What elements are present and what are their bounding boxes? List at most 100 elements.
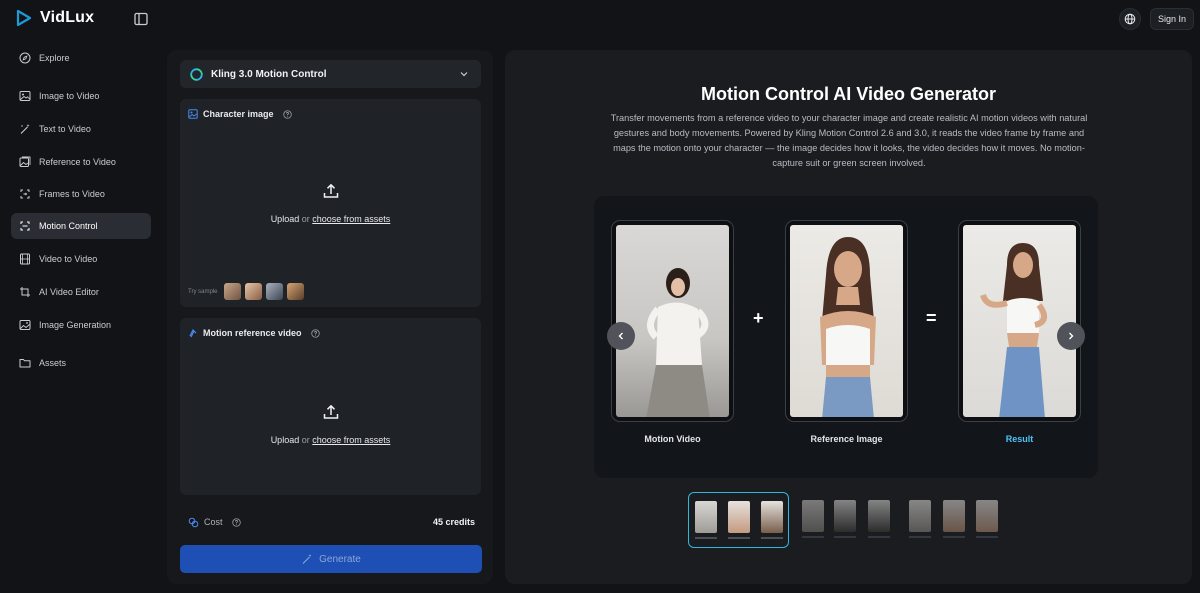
sidebar-item-reference-to-video[interactable]: Reference to Video — [11, 149, 151, 175]
generate-button[interactable]: Generate — [180, 545, 482, 573]
help-icon[interactable] — [310, 328, 320, 338]
preset-thumbnail[interactable] — [688, 492, 789, 548]
or-label: or — [301, 435, 310, 445]
sidebar-item-label: Reference to Video — [39, 157, 116, 167]
motion-upload-text: Upload or choose from assets — [271, 435, 391, 445]
preset-frame — [976, 500, 998, 532]
preset-caption — [868, 536, 890, 538]
preset-frame — [761, 501, 783, 533]
motion-reference-header: Motion reference video — [188, 328, 320, 338]
preset-thumbnail[interactable] — [903, 492, 1003, 548]
upload-label: Upload — [270, 214, 300, 224]
result-image — [963, 225, 1076, 417]
sidebar-item-image-generation[interactable]: Image Generation — [11, 312, 151, 338]
carousel-next-button[interactable] — [1057, 322, 1085, 350]
sidebar-item-text-to-video[interactable]: Text to Video — [11, 116, 151, 142]
sample-thumbnail[interactable] — [245, 283, 263, 300]
carousel-prev-button[interactable] — [607, 322, 635, 350]
motion-reference-icon — [189, 328, 197, 338]
sidebar-item-motion-control[interactable]: Motion Control — [11, 213, 151, 239]
model-select-value: Kling 3.0 Motion Control — [211, 68, 327, 80]
sidebar-item-label: Video to Video — [39, 254, 98, 264]
preset-frame — [943, 500, 965, 532]
sign-in-button[interactable]: Sign In — [1150, 8, 1194, 30]
upload-icon — [323, 184, 338, 198]
plus-sign: + — [753, 308, 764, 328]
or-label: or — [301, 214, 310, 224]
compass-icon — [19, 52, 31, 64]
cost-row: Cost 45 credits — [180, 508, 481, 536]
sidebar-item-ai-video-editor[interactable]: AI Video Editor — [11, 279, 151, 305]
equals-sign: = — [926, 308, 937, 328]
crop-icon — [20, 287, 30, 297]
motion-icon — [20, 221, 30, 231]
result-figure — [980, 243, 1048, 417]
choose-from-assets-link[interactable]: choose from assets — [312, 214, 390, 224]
motion-reference-card: Motion reference video Upload or choose … — [180, 318, 481, 495]
model-select[interactable]: Kling 3.0 Motion Control — [180, 60, 481, 88]
preset-caption — [943, 536, 965, 538]
try-sample-label: Try sample — [188, 288, 218, 295]
language-button[interactable] — [1119, 8, 1141, 30]
preset-caption — [909, 536, 931, 538]
sidebar-item-label: Frames to Video — [39, 189, 105, 199]
sidebar-item-label: Assets — [39, 358, 67, 368]
motion-video-label: Motion Video — [644, 434, 701, 444]
kling-model-icon — [190, 67, 203, 81]
upload-icon — [323, 405, 338, 419]
result-preview — [958, 220, 1081, 422]
sidebar-toggle-icon[interactable] — [133, 11, 149, 27]
preset-frame — [728, 501, 750, 533]
help-icon[interactable] — [231, 517, 241, 527]
motion-reference-title: Motion reference video — [203, 328, 302, 338]
character-image-card: Character image Upload or choose from as… — [180, 99, 481, 307]
sample-thumbnail[interactable] — [224, 283, 242, 300]
sidebar-item-video-to-video[interactable]: Video to Video — [11, 246, 151, 272]
preset-frame — [695, 501, 717, 533]
sidebar-item-label: AI Video Editor — [39, 287, 99, 297]
preset-frame — [909, 500, 931, 532]
sample-thumbnail[interactable] — [287, 283, 305, 300]
preset-caption — [695, 537, 717, 539]
logo[interactable]: VidLux — [14, 8, 94, 28]
logo-icon — [16, 9, 32, 27]
preset-caption — [761, 537, 783, 539]
image-icon — [19, 91, 31, 101]
reference-image-preview — [785, 220, 908, 422]
character-image-icon — [188, 109, 198, 119]
choose-from-assets-link[interactable]: choose from assets — [312, 435, 390, 445]
hero-description: Transfer movements from a reference vide… — [610, 113, 1088, 168]
top-bar: VidLux Sign In — [0, 0, 1200, 38]
sidebar-item-image-to-video[interactable]: Image to Video — [11, 83, 151, 109]
sidebar-item-assets[interactable]: Assets — [11, 350, 151, 376]
sidebar-item-label: Image to Video — [39, 91, 100, 101]
help-icon[interactable] — [282, 109, 292, 119]
app-name: VidLux — [40, 9, 95, 26]
preset-frame — [834, 500, 856, 532]
generate-label: Generate — [319, 553, 361, 565]
character-upload-text: Upload or choose from assets — [271, 214, 391, 224]
magic-wand-icon — [302, 554, 312, 564]
sidebar-item-frames-to-video[interactable]: Frames to Video — [11, 181, 151, 207]
reference-image — [790, 225, 903, 417]
folder-icon — [19, 359, 31, 368]
sidebar-item-label: Image Generation — [39, 320, 112, 330]
motion-reference-dropzone[interactable]: Upload or choose from assets — [180, 403, 481, 445]
try-sample-row: Try sample — [188, 283, 305, 300]
sample-thumbnail[interactable] — [266, 283, 284, 300]
chevron-down-icon — [460, 72, 468, 77]
upload-label: Upload — [270, 435, 300, 445]
character-image-dropzone[interactable]: Upload or choose from assets — [180, 182, 481, 224]
preset-caption — [976, 536, 998, 538]
magic-wand-icon — [20, 124, 30, 134]
preset-caption — [728, 537, 750, 539]
sidebar-item-explore[interactable]: Explore — [11, 45, 151, 71]
result-label: Result — [1005, 434, 1034, 444]
dancer-figure — [646, 268, 710, 417]
preset-thumbnail[interactable] — [796, 492, 894, 548]
cost-label: Cost — [204, 517, 223, 527]
motion-video-image — [616, 225, 729, 417]
frames-icon — [20, 189, 30, 199]
hero-title: Motion Control AI Video Generator — [700, 84, 996, 104]
preset-frame — [868, 500, 890, 532]
